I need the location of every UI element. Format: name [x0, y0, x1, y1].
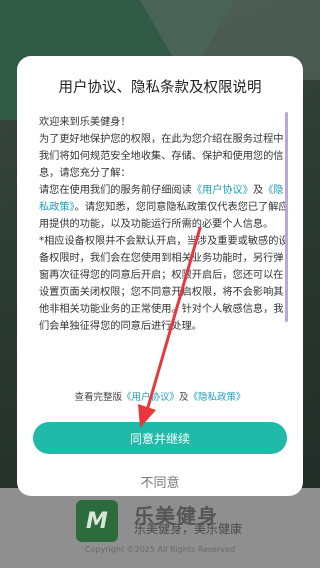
- app-slogan: 乐美健身，美乐健康: [134, 522, 243, 536]
- full-privacy-policy-link[interactable]: 《隐私政策》: [189, 392, 246, 403]
- read-paragraph: 请您在使用我们的服务前仔细阅读《用户协议》及《隐私政策》。请您知悉，您同意隐私政…: [39, 182, 289, 233]
- full-version-line: 查看完整版《用户协议》及《隐私政策》: [17, 389, 303, 403]
- agree-continue-button[interactable]: 同意并继续: [33, 422, 287, 454]
- content-scrollbar[interactable]: [285, 112, 288, 322]
- read-suffix: 。请您知悉，您同意隐私政策仅代表您已了解应用提供的功能，以及功能运行所需的必要个…: [39, 202, 289, 230]
- and-text: 及: [252, 185, 264, 196]
- intro-paragraph: 为了更好地保护您的权限，在此为您介绍在服务过程中我们将如何规范安全地收集、存储、…: [39, 134, 284, 179]
- copyright-text: Copyright ©2025 All Rights Reserved: [84, 545, 235, 554]
- full-version-prefix: 查看完整版: [74, 392, 122, 403]
- dialog-content[interactable]: 欢迎来到乐美健身！ 为了更好地保护您的权限，在此为您介绍在服务过程中我们将如何规…: [39, 114, 289, 372]
- disagree-button[interactable]: 不同意: [17, 472, 303, 491]
- full-user-agreement-link[interactable]: 《用户协议》: [122, 392, 179, 403]
- app-logo: M: [76, 500, 118, 542]
- read-prefix: 请您在使用我们的服务前仔细阅读: [39, 185, 192, 196]
- permission-paragraph: *相应设备权限并不会默认开启，当涉及重要或敏感的设备权限时，我们会在您使用到相关…: [39, 236, 289, 332]
- full-and-text: 及: [179, 392, 189, 403]
- dialog-title: 用户协议、隐私条款及权限说明: [58, 80, 262, 96]
- welcome-text: 欢迎来到乐美健身！: [39, 117, 131, 128]
- user-agreement-link[interactable]: 《用户协议》: [192, 185, 253, 196]
- privacy-dialog: 用户协议、隐私条款及权限说明 欢迎来到乐美健身！ 为了更好地保护您的权限，在此为…: [17, 56, 303, 496]
